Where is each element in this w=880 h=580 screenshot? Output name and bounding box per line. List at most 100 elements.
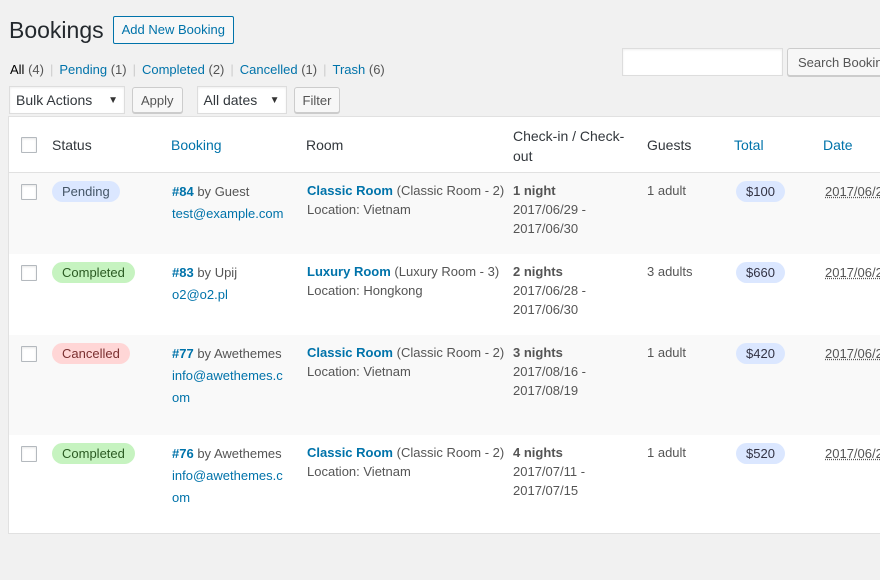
booking-cell: #77 by Awethemes info@awethemes.c om	[172, 343, 292, 409]
add-new-booking-button[interactable]: Add New Booking	[112, 16, 234, 44]
total-badge: $520	[736, 443, 785, 464]
total-cell: $660	[736, 262, 785, 283]
row-checkbox[interactable]	[21, 184, 37, 200]
status-view-filter: All (4) | Pending (1) | Completed (2) | Cancel…	[10, 62, 385, 77]
row-checkbox[interactable]	[21, 265, 37, 281]
row-checkbox[interactable]	[21, 446, 37, 462]
total-badge: $100	[736, 181, 785, 202]
checkin-cell: 2 nights 2017/06/28 - 2017/06/30	[513, 262, 586, 319]
room-detail: (Luxury Room - 3)	[394, 264, 500, 279]
room-location: Location: Vietnam	[307, 364, 411, 379]
checkin-date: 2017/06/28 -	[513, 283, 587, 298]
view-separator: |	[49, 62, 54, 77]
customer-name: Upij	[214, 265, 238, 280]
date-cell: 2017/06/2	[825, 184, 880, 199]
row-checkbox[interactable]	[21, 346, 37, 362]
view-trash-count: (6)	[368, 62, 385, 77]
status-cell: Completed	[52, 262, 135, 283]
view-cancelled-count: (1)	[301, 62, 318, 77]
status-cell: Pending	[52, 181, 120, 202]
apply-button[interactable]: Apply	[132, 87, 183, 113]
column-date[interactable]: Date	[823, 135, 853, 155]
customer-name: Awethemes	[213, 346, 282, 361]
view-all-count: (4)	[28, 62, 44, 77]
booking-by-label: by	[197, 265, 212, 280]
room-location: Location: Vietnam	[307, 202, 411, 217]
booking-id-link[interactable]: #83	[172, 265, 194, 280]
checkin-cell: 3 nights 2017/08/16 - 2017/08/19	[513, 343, 586, 400]
select-all-checkbox[interactable]	[21, 137, 37, 153]
booking-cell: #84 by Guest test@example.com	[172, 181, 292, 225]
column-checkin-checkout: Check-in / Check- out	[513, 126, 624, 166]
booking-by-label: by	[197, 446, 212, 461]
view-cancelled-link[interactable]: Cancelled (1)	[240, 62, 317, 77]
chevron-down-icon: ▼	[269, 94, 280, 106]
customer-name: Awethemes	[213, 446, 282, 461]
room-cell: Luxury Room (Luxury Room - 3) Location: …	[307, 262, 507, 300]
filter-button[interactable]: Filter	[293, 87, 341, 113]
view-all-label: All	[10, 62, 25, 77]
room-cell: Classic Room (Classic Room - 2) Location…	[307, 343, 507, 381]
booking-id-link[interactable]: #76	[172, 446, 194, 461]
total-badge: $660	[736, 262, 785, 283]
bookings-table: Status Booking Room Check-in / Check- ou…	[8, 116, 880, 534]
customer-email-line[interactable]: o2@o2.pl	[172, 287, 228, 302]
checkin-date: 2017/06/29 -	[513, 202, 587, 217]
room-name-link[interactable]: Classic Room	[307, 183, 393, 198]
nights-count: 1 night	[513, 183, 556, 198]
view-separator: |	[323, 62, 327, 77]
page-title: Bookings	[9, 16, 104, 43]
dates-filter-value: All dates	[203, 92, 258, 108]
booking-by-label: by	[197, 346, 212, 361]
view-completed-link[interactable]: Completed (2)	[142, 62, 224, 77]
total-cell: $420	[736, 343, 785, 364]
view-pending-link[interactable]: Pending (1)	[59, 62, 126, 77]
column-total[interactable]: Total	[734, 135, 764, 155]
total-cell: $520	[736, 443, 785, 464]
room-name-link[interactable]: Classic Room	[307, 345, 393, 360]
dates-filter-select[interactable]: All dates ▼	[196, 86, 287, 114]
view-cancelled-label: Cancelled	[239, 62, 298, 77]
table-row: Completed #76 by Awethemes info@awetheme…	[9, 435, 880, 533]
booking-cell: #76 by Awethemes info@awethemes.c om	[172, 443, 292, 509]
search-box: Search Bookings	[622, 48, 880, 76]
column-guests: Guests	[647, 137, 692, 153]
checkout-date: 2017/06/30	[513, 302, 579, 317]
view-completed-count: (2)	[208, 62, 225, 77]
view-all-link[interactable]: All (4)	[10, 62, 44, 77]
room-name-link[interactable]: Luxury Room	[307, 264, 391, 279]
checkin-cell: 4 nights 2017/07/11 - 2017/07/15	[513, 443, 585, 500]
tablenav-top: Bulk Actions ▼ Apply All dates ▼ Filter	[9, 86, 341, 114]
guests-cell: 1 adult	[647, 345, 687, 360]
guests-cell: 1 adult	[647, 445, 687, 460]
table-row: Pending #84 by Guest test@example.com Cl…	[9, 173, 880, 254]
booking-id-link[interactable]: #84	[172, 184, 194, 199]
nights-count: 4 nights	[513, 445, 563, 460]
total-cell: $100	[736, 181, 785, 202]
view-trash-link[interactable]: Trash (6)	[333, 62, 385, 77]
date-cell: 2017/06/2	[825, 446, 880, 461]
status-cell: Cancelled	[52, 343, 130, 364]
checkout-date: 2017/07/15	[513, 483, 579, 498]
column-checkin-line2: out	[513, 148, 533, 164]
view-trash-label: Trash	[332, 62, 366, 77]
view-pending-label: Pending	[59, 62, 108, 77]
room-name-link[interactable]: Classic Room	[307, 445, 393, 460]
booking-cell: #83 by Upij o2@o2.pl	[172, 262, 292, 306]
room-detail: (Classic Room - 2)	[396, 445, 505, 460]
nights-count: 3 nights	[513, 345, 563, 360]
column-booking[interactable]: Booking	[171, 135, 222, 155]
room-cell: Classic Room (Classic Room - 2) Location…	[307, 181, 507, 219]
customer-email-line[interactable]: om	[172, 490, 190, 505]
search-bookings-button[interactable]: Search Bookings	[787, 48, 880, 76]
status-badge: Pending	[52, 181, 120, 202]
search-input[interactable]	[622, 48, 783, 76]
column-status: Status	[52, 137, 92, 153]
bulk-actions-select[interactable]: Bulk Actions ▼	[9, 86, 125, 114]
booking-id-link[interactable]: #77	[172, 346, 194, 361]
customer-email-line[interactable]: info@awethemes.c	[172, 468, 283, 483]
customer-email-line[interactable]: test@example.com	[172, 206, 283, 221]
room-location: Location: Hongkong	[307, 283, 423, 298]
customer-email-line[interactable]: om	[172, 390, 190, 405]
customer-email-line[interactable]: info@awethemes.c	[172, 368, 283, 383]
